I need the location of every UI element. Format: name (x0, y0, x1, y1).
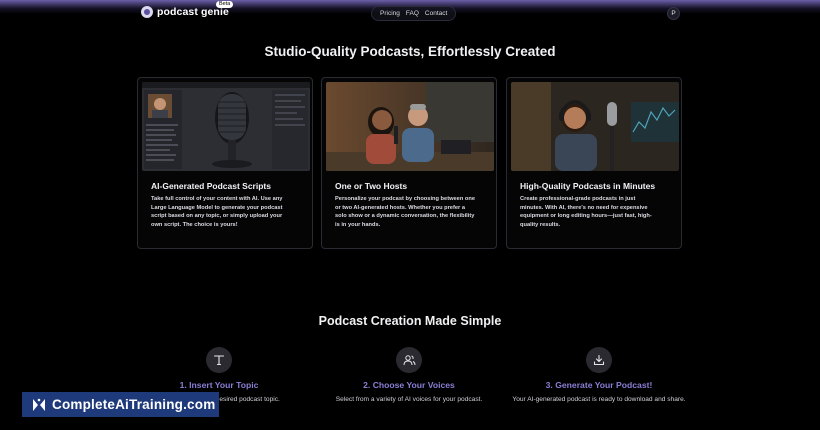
step-description: Your AI-generated podcast is ready to do… (512, 396, 686, 403)
step-choose-voices: 2. Choose Your Voices Select from a vari… (314, 347, 504, 405)
feature-description: Personalize your podcast by choosing bet… (335, 196, 476, 228)
step-generate-podcast: 3. Generate Your Podcast! Your AI-genera… (504, 347, 694, 405)
feature-card-scripts: AI-Generated Podcast Scripts Take full c… (137, 77, 313, 249)
nav-link-pricing[interactable]: Pricing (380, 10, 400, 17)
feature-card-quality: High-Quality Podcasts in Minutes Create … (506, 77, 682, 249)
steps-section-title: Podcast Creation Made Simple (318, 314, 502, 328)
step-description: Select from a variety of AI voices for y… (335, 396, 483, 403)
feature-title: One or Two Hosts (335, 181, 408, 191)
feature-image-studio (511, 82, 679, 171)
feature-title: AI-Generated Podcast Scripts (151, 181, 271, 191)
avatar[interactable]: P (667, 7, 680, 20)
feature-description: Take full control of your content with A… (151, 196, 283, 228)
step-title: 2. Choose Your Voices (363, 380, 455, 390)
feature-card-hosts: One or Two Hosts Personalize your podcas… (321, 77, 497, 249)
hero-title: Studio-Quality Podcasts, Effortlessly Cr… (264, 44, 556, 59)
watermark-banner: CompleteAiTraining.com (22, 392, 219, 417)
users-icon (396, 347, 422, 373)
download-icon (586, 347, 612, 373)
top-nav: podcast genie Beta Pricing FAQ Contact P (0, 0, 820, 28)
feature-description: Create professional-grade podcasts in ju… (520, 196, 652, 228)
nav-link-faq[interactable]: FAQ (406, 10, 419, 17)
feature-image-hosts (326, 82, 494, 171)
logo-icon (141, 6, 153, 18)
feature-image-microphone (142, 82, 310, 171)
feature-title: High-Quality Podcasts in Minutes (520, 181, 656, 191)
text-icon (206, 347, 232, 373)
beta-badge: Beta (216, 1, 234, 8)
logo[interactable]: podcast genie Beta (141, 1, 234, 18)
step-title: 1. Insert Your Topic (179, 380, 259, 390)
nav-links: Pricing FAQ Contact (371, 6, 457, 21)
watermark-logo-icon (33, 398, 45, 411)
nav-link-contact[interactable]: Contact (425, 10, 447, 17)
watermark-text: CompleteAiTraining.com (52, 397, 216, 412)
step-title: 3. Generate Your Podcast! (545, 380, 653, 390)
